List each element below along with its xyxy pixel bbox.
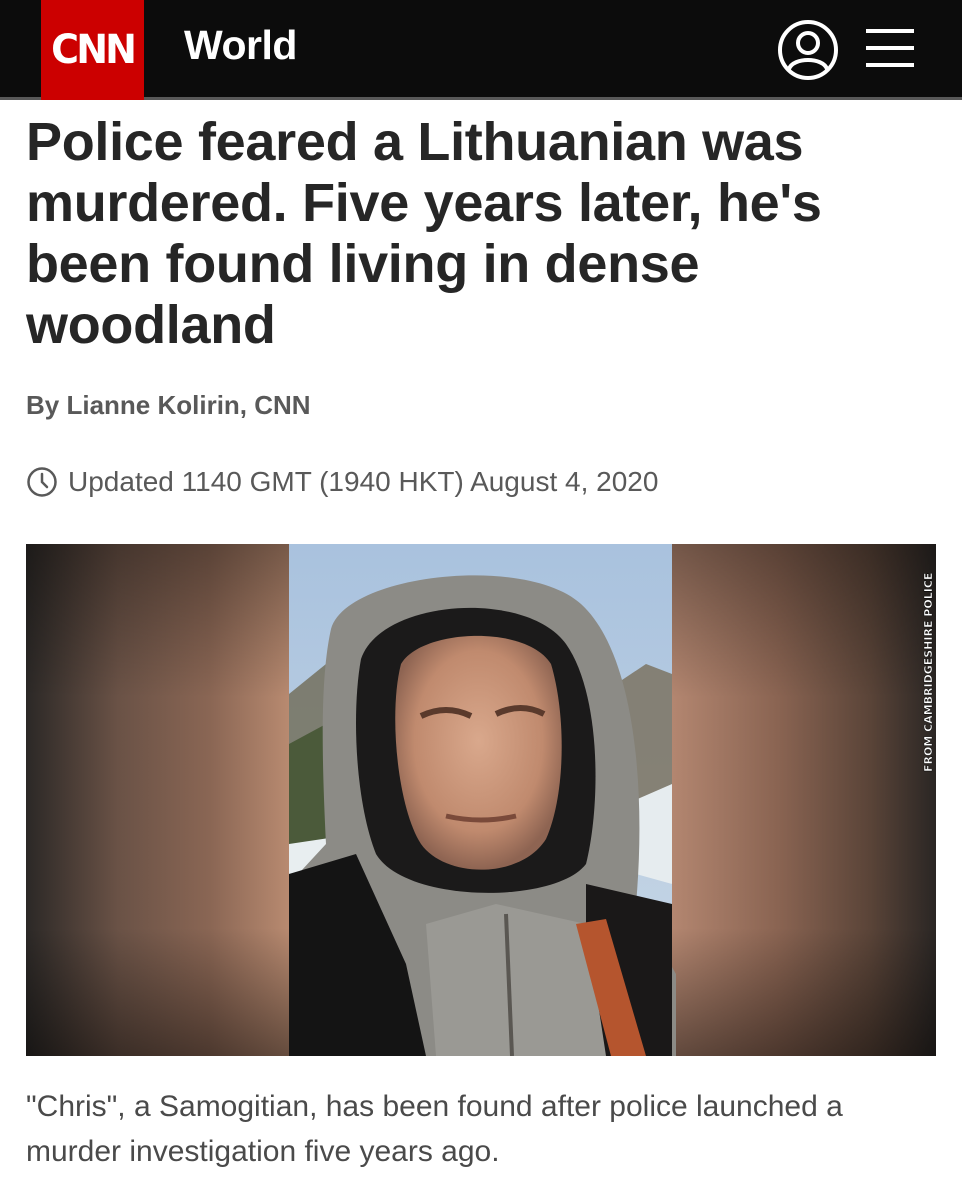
- photo-image: FROM CAMBRIDGESHIRE POLICE: [26, 544, 936, 1056]
- article-photo[interactable]: FROM CAMBRIDGESHIRE POLICE: [26, 544, 936, 1056]
- photo-caption: "Chris", a Samogitian, has been found af…: [26, 1090, 843, 1168]
- cnn-logo[interactable]: CNN: [41, 0, 144, 100]
- clock-icon: [27, 467, 57, 497]
- logo-text: CNN: [51, 27, 137, 73]
- top-navigation-bar: CNN World: [0, 0, 962, 100]
- article-byline[interactable]: By Lianne Kolirin, CNN: [26, 390, 311, 421]
- updated-text: Updated 1140 GMT (1940 HKT) August 4, 20…: [68, 466, 659, 497]
- article-headline: Police feared a Lithuanian was murdered.…: [26, 112, 822, 355]
- user-account-icon[interactable]: [777, 19, 839, 81]
- hamburger-menu-icon[interactable]: [866, 27, 914, 69]
- photo-credit: FROM CAMBRIDGESHIRE POLICE: [922, 573, 935, 772]
- section-title[interactable]: World: [184, 22, 297, 69]
- article-timestamp: Updated 1140 GMT (1940 HKT) August 4, 20…: [26, 466, 658, 498]
